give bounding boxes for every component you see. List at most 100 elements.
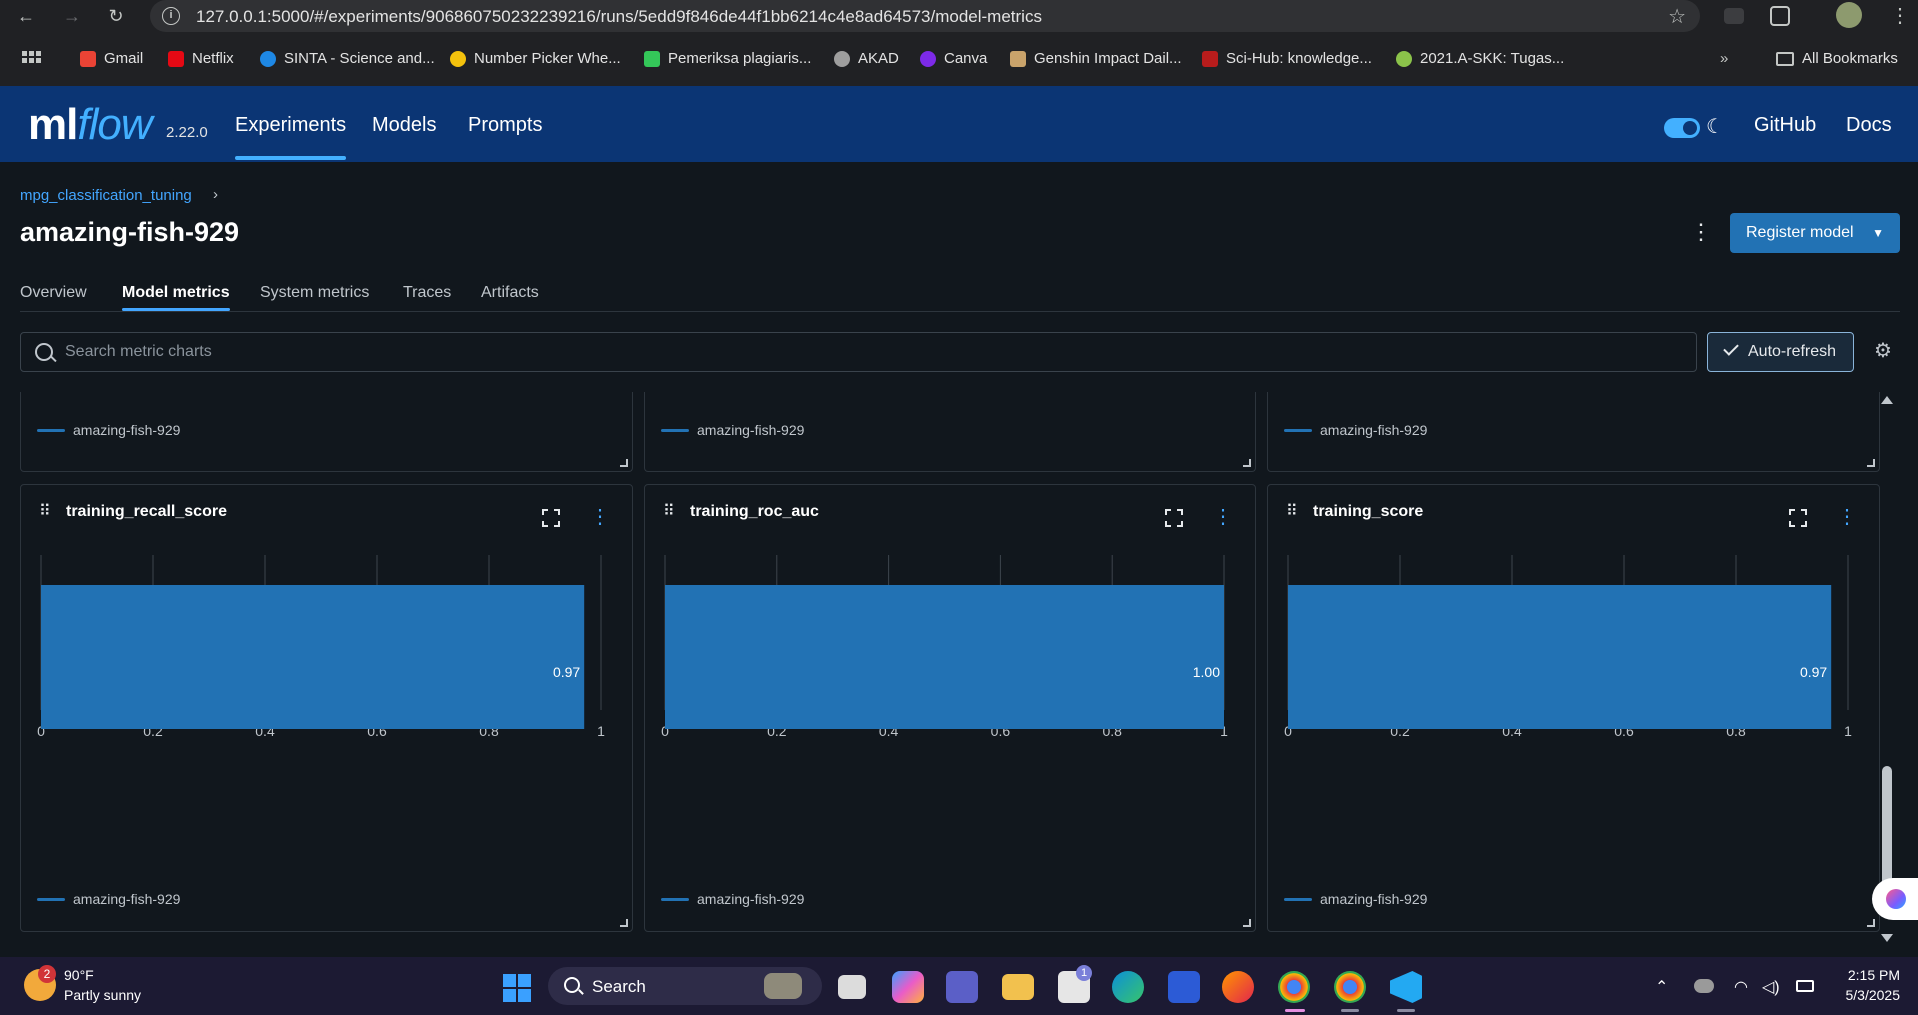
bookmark-gmail[interactable]: Gmail [80, 50, 143, 67]
drag-handle-icon[interactable]: ⠿ [663, 504, 675, 525]
edge-icon[interactable] [1112, 971, 1144, 1003]
gear-icon[interactable]: ⚙ [1872, 340, 1894, 362]
tab-traces[interactable]: Traces [403, 284, 451, 312]
tab-artifacts[interactable]: Artifacts [481, 284, 539, 312]
breadcrumb-experiment[interactable]: mpg_classification_tuning [20, 187, 192, 204]
register-model-button[interactable]: Register model ▼ [1730, 213, 1900, 253]
tray-overflow-icon[interactable]: ⌃ [1655, 977, 1668, 997]
battery-icon[interactable] [1796, 980, 1814, 992]
site-info-icon[interactable]: i [162, 7, 180, 25]
fullscreen-icon[interactable] [1165, 509, 1183, 527]
extension-icon[interactable] [1724, 8, 1744, 24]
mlflow-header: mlflow 2.22.0 Experiments Models Prompts… [0, 86, 1918, 162]
apps-grid-icon[interactable] [22, 51, 41, 63]
bar-chart: 0 0.2 0.4 0.6 0.8 11.00 [661, 555, 1228, 739]
browser-menu-icon[interactable]: ⋮ [1890, 4, 1914, 28]
resize-handle[interactable] [1867, 919, 1875, 927]
scroll-up-arrow[interactable] [1881, 396, 1893, 404]
dark-mode-toggle[interactable] [1664, 118, 1700, 138]
docs-link[interactable]: Docs [1846, 114, 1892, 137]
legend-swatch [37, 897, 65, 901]
chart-card-partial: amazing-fish-929 [20, 392, 633, 472]
bar-chart: 0 0.2 0.4 0.6 0.8 10.97 [37, 555, 605, 739]
resize-handle[interactable] [620, 919, 628, 927]
chrome-profile-icon[interactable] [1334, 971, 1366, 1003]
volume-icon[interactable]: ◁) [1762, 977, 1780, 997]
onedrive-icon[interactable] [1694, 979, 1714, 993]
wifi-icon[interactable]: ◠ [1734, 977, 1748, 997]
teams-icon[interactable] [946, 971, 978, 1003]
all-bookmarks[interactable]: All Bookmarks [1776, 50, 1898, 67]
reload-icon[interactable]: ↻ [104, 4, 128, 28]
resize-handle[interactable] [620, 459, 628, 467]
app-icon[interactable] [1168, 971, 1200, 1003]
scrollbar[interactable] [1880, 396, 1894, 942]
chart-menu-icon[interactable]: ⋮ [590, 507, 610, 527]
tab-system-metrics[interactable]: System metrics [260, 284, 369, 312]
chart-card-partial: amazing-fish-929 [1267, 392, 1880, 472]
resize-handle[interactable] [1867, 459, 1875, 467]
auto-refresh-button[interactable]: Auto-refresh [1707, 332, 1854, 372]
github-link[interactable]: GitHub [1754, 114, 1816, 137]
bookmark-pemeriksa[interactable]: Pemeriksa plagiaris... [644, 50, 811, 67]
folder-icon [1776, 51, 1794, 66]
legend-swatch [1284, 897, 1312, 901]
bar-value-label: 0.97 [1800, 664, 1827, 680]
run-actions-menu-icon[interactable]: ⋮ [1690, 220, 1712, 246]
bookmark-skk[interactable]: 2021.A-SKK: Tugas... [1396, 50, 1564, 67]
bookmark-netflix[interactable]: Netflix [168, 50, 234, 67]
bookmark-number-picker[interactable]: Number Picker Whe... [450, 50, 621, 67]
bookmark-akad[interactable]: AKAD [834, 50, 899, 67]
file-explorer-icon[interactable] [1002, 974, 1034, 1000]
windows-start-icon[interactable] [503, 974, 531, 1002]
vscode-icon[interactable] [1390, 971, 1422, 1003]
chart-legend: amazing-fish-929 [661, 422, 804, 438]
search-input[interactable] [65, 341, 1565, 363]
clock-date[interactable]: 5/3/2025 [1830, 987, 1901, 1003]
tab-overview[interactable]: Overview [20, 284, 87, 312]
bookmark-scihub[interactable]: Sci-Hub: knowledge... [1202, 50, 1372, 67]
scroll-down-arrow[interactable] [1881, 934, 1893, 942]
nav-models[interactable]: Models [372, 114, 436, 137]
canva-icon [920, 50, 936, 67]
weather-temperature[interactable]: 90°F [64, 967, 94, 983]
back-icon[interactable]: ← [14, 4, 38, 28]
bookmark-genshin[interactable]: Genshin Impact Dail... [1010, 50, 1182, 67]
copilot-icon[interactable] [892, 971, 924, 1003]
url-text[interactable]: 127.0.0.1:5000/#/experiments/90686075023… [196, 7, 1042, 27]
drag-handle-icon[interactable]: ⠿ [39, 504, 51, 525]
drag-handle-icon[interactable]: ⠿ [1286, 504, 1298, 525]
resize-handle[interactable] [1243, 919, 1251, 927]
search-highlight-icon [764, 973, 802, 999]
chart-card: ⠿ training_recall_score ⋮ 0 0.2 0.4 0.6 0.8 1… [20, 484, 633, 932]
bookmark-star-icon[interactable]: ☆ [1668, 4, 1686, 29]
forward-icon[interactable]: → [60, 4, 84, 28]
more-bookmarks-icon[interactable]: » [1720, 50, 1728, 67]
chrome-icon[interactable] [1278, 971, 1310, 1003]
taskbar-search-label: Search [592, 977, 646, 996]
bookmark-canva[interactable]: Canva [920, 50, 987, 67]
address-bar[interactable]: i 127.0.0.1:5000/#/experiments/906860750… [150, 0, 1700, 32]
scrollbar-thumb[interactable] [1882, 766, 1892, 896]
chart-card: ⠿ training_roc_auc ⋮ 0 0.2 0.4 0.6 0.8 1 1.00 … [644, 484, 1256, 932]
firefox-icon[interactable] [1222, 971, 1254, 1003]
weather-description[interactable]: Partly sunny [64, 987, 141, 1003]
nav-experiments[interactable]: Experiments [235, 114, 347, 160]
chart-menu-icon[interactable]: ⋮ [1837, 507, 1857, 527]
chart-legend: amazing-fish-929 [37, 891, 180, 907]
nav-prompts[interactable]: Prompts [468, 114, 542, 137]
resize-handle[interactable] [1243, 459, 1251, 467]
extensions-puzzle-icon[interactable] [1770, 6, 1790, 26]
fullscreen-icon[interactable] [542, 509, 560, 527]
mlflow-logo[interactable]: mlflow [28, 100, 153, 150]
profile-avatar[interactable] [1836, 2, 1862, 28]
tab-model-metrics[interactable]: Model metrics [122, 284, 230, 312]
assistant-launcher-icon[interactable] [1872, 878, 1918, 920]
task-view-icon[interactable] [838, 975, 866, 999]
taskbar-search[interactable]: Search [548, 967, 822, 1005]
bookmark-sinta[interactable]: SINTA - Science and... [260, 50, 435, 67]
chart-menu-icon[interactable]: ⋮ [1213, 507, 1233, 527]
check-icon [1723, 340, 1739, 356]
fullscreen-icon[interactable] [1789, 509, 1807, 527]
clock-time[interactable]: 2:15 PM [1840, 967, 1900, 983]
